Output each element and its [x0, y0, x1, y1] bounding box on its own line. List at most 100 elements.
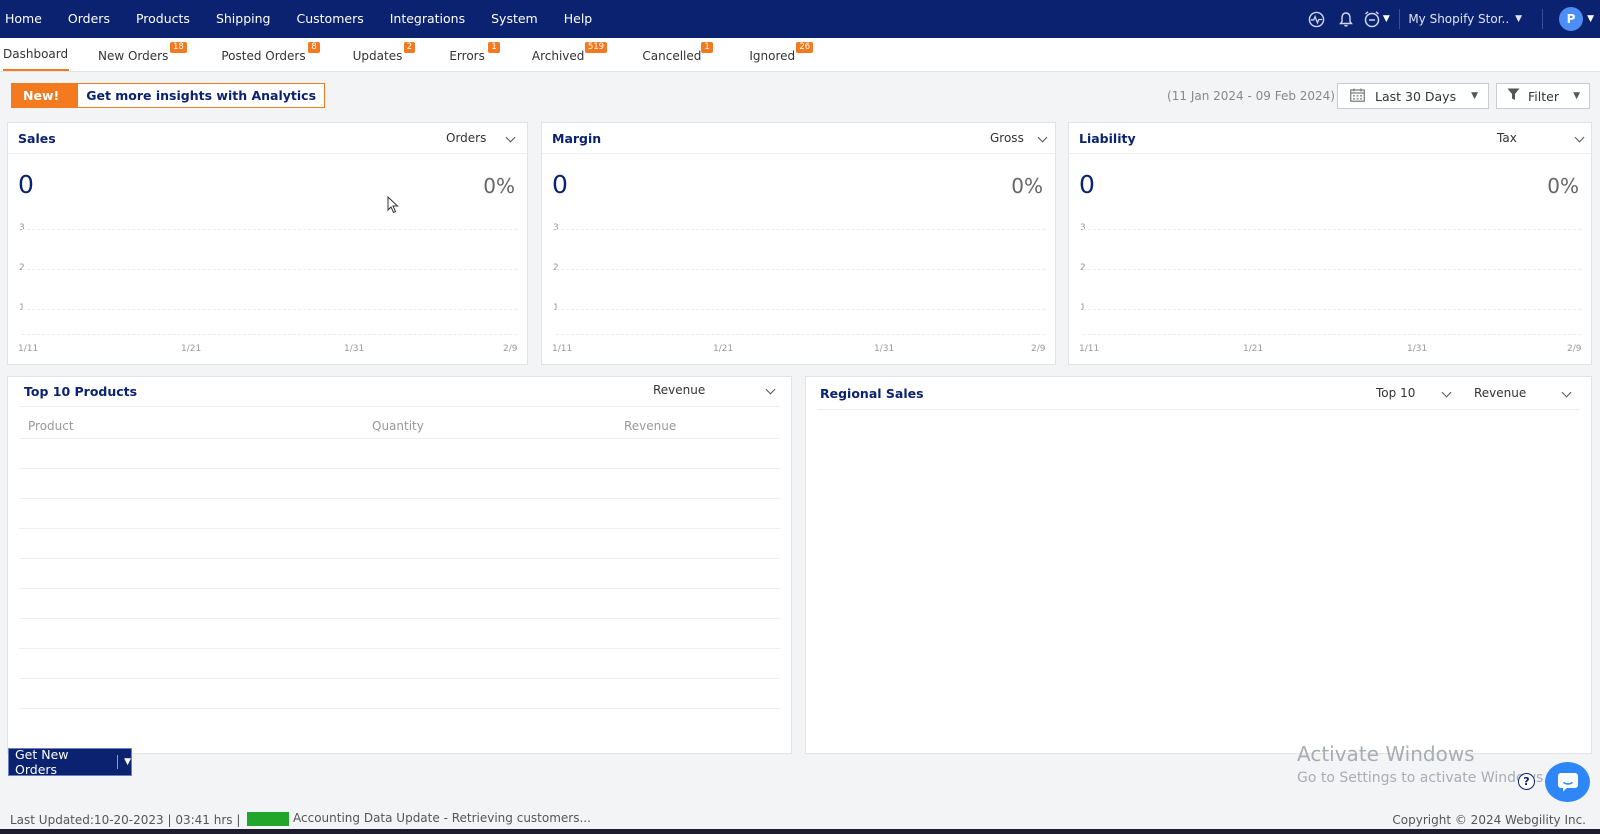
card-header: Top 10 Products Revenue: [19, 377, 780, 407]
chevron-down-icon[interactable]: ▼: [1587, 14, 1594, 24]
menu-home[interactable]: Home: [0, 0, 55, 38]
chevron-down-icon: [1561, 387, 1572, 398]
y-tick-label: 2: [1080, 263, 1086, 273]
top-products-metric-select[interactable]: Revenue: [653, 383, 778, 397]
count-badge: 519: [584, 42, 608, 53]
filter-button[interactable]: Filter ▼: [1496, 83, 1590, 109]
liability-metric-select[interactable]: Tax: [1497, 131, 1585, 145]
menu-customers[interactable]: Customers: [283, 0, 376, 38]
liability-value: 0: [1079, 170, 1095, 199]
progress-bar: [247, 812, 289, 826]
windows-activation-watermark: Activate Windows Go to Settings to activ…: [1297, 742, 1548, 786]
menu-integrations[interactable]: Integrations: [377, 0, 478, 38]
select-value: Top 10: [1376, 386, 1416, 400]
x-tick-label: 2/9: [1031, 344, 1046, 354]
liability-percent: 0%: [1547, 174, 1579, 198]
help-icon[interactable]: ?: [1518, 773, 1535, 790]
chevron-down-icon: ▼: [1382, 14, 1390, 24]
margin-card: Margin Gross 0 0% 3 2 1 1/11 1/21 1/31 2/9: [541, 122, 1056, 365]
menu-system[interactable]: System: [478, 0, 551, 38]
select-value: Tax: [1497, 131, 1517, 145]
count-badge: 26: [796, 42, 814, 53]
margin-metric-select[interactable]: Gross: [990, 131, 1048, 145]
table-row: [19, 528, 780, 529]
gridline: [22, 269, 517, 270]
select-value: Gross: [990, 131, 1024, 145]
regional-count-select[interactable]: Top 10: [1376, 386, 1452, 400]
store-selector[interactable]: My Shopify Stor.. ▼: [1408, 12, 1534, 26]
table-row: [19, 708, 780, 709]
tab-label: Archived: [531, 49, 585, 63]
regional-metric-select[interactable]: Revenue: [1474, 386, 1572, 400]
chevron-down-icon: [765, 384, 776, 395]
chevron-down-icon: ▼: [1515, 14, 1523, 24]
tab-posted-orders[interactable]: Posted Orders 8: [221, 37, 320, 71]
sales-metric-select[interactable]: Orders: [446, 131, 516, 145]
window-bottom-edge: [0, 829, 1600, 834]
tab-cancelled[interactable]: Cancelled 1: [642, 37, 713, 71]
gridline: [22, 309, 517, 310]
tab-ignored[interactable]: Ignored 26: [749, 37, 814, 71]
menu-products[interactable]: Products: [123, 0, 203, 38]
card-title: Liability: [1079, 130, 1136, 146]
tab-updates[interactable]: Updates 2: [352, 37, 416, 71]
tab-dashboard[interactable]: Dashboard: [3, 37, 69, 71]
table-row: [19, 558, 780, 559]
menu-orders[interactable]: Orders: [55, 0, 123, 38]
count-badge: 1: [701, 42, 713, 53]
x-tick-label: 1/11: [1079, 344, 1100, 354]
top-nav: Home Orders Products Shipping Customers …: [0, 0, 1600, 38]
alarm-clock-icon[interactable]: ▼: [1361, 0, 1391, 38]
period-select[interactable]: Last 30 Days ▼: [1337, 83, 1489, 109]
column-header-quantity[interactable]: Quantity: [372, 419, 424, 433]
chat-button[interactable]: [1545, 762, 1590, 802]
promo-message[interactable]: Get more insights with Analytics: [78, 84, 324, 107]
gridline: [22, 229, 517, 230]
card-header: Regional Sales Top 10 Revenue: [817, 377, 1580, 410]
y-tick-label: 2: [19, 263, 25, 273]
menu-help[interactable]: Help: [551, 0, 606, 38]
tab-label: Dashboard: [3, 47, 69, 61]
sales-card: Sales Orders 0 0% 3 2 1 1/11 1/21 1/31 2/9: [7, 122, 528, 365]
column-header-product[interactable]: Product: [28, 419, 74, 433]
y-tick-label: 1: [1080, 303, 1086, 313]
count-badge: 1: [488, 42, 500, 53]
liability-card: Liability Tax 0 0% 3 2 1 1/11 1/21 1/31 2/9: [1068, 122, 1592, 365]
top-products-card: Top 10 Products Revenue Product Quantity…: [7, 376, 792, 754]
sales-value: 0: [18, 170, 34, 199]
x-tick-label: 2/9: [1567, 344, 1582, 354]
nav-divider: [1542, 9, 1544, 29]
card-header: Liability Tax: [1069, 123, 1591, 154]
period-select-value: Last 30 Days: [1375, 88, 1457, 104]
bell-icon[interactable]: [1331, 0, 1361, 38]
avatar[interactable]: P: [1559, 7, 1584, 31]
y-tick-label: 1: [553, 303, 559, 313]
x-tick-label: 1/31: [1407, 344, 1428, 354]
analytics-promo-banner[interactable]: New! Get more insights with Analytics: [11, 83, 326, 108]
column-header-revenue[interactable]: Revenue: [624, 419, 676, 433]
card-title: Top 10 Products: [24, 384, 138, 399]
y-tick-label: 2: [553, 263, 559, 273]
table-row: [19, 618, 780, 619]
x-tick-label: 1/31: [344, 344, 365, 354]
chevron-down-icon: [1574, 132, 1585, 143]
table-row: [19, 498, 780, 499]
card-header: Sales Orders: [8, 123, 527, 154]
chat-icon: [1557, 773, 1578, 792]
menu-shipping[interactable]: Shipping: [203, 0, 284, 38]
get-new-orders-button[interactable]: Get New Orders ▼: [8, 747, 132, 777]
x-tick-label: 1/21: [713, 344, 734, 354]
tab-label: Updates: [352, 49, 403, 63]
funnel-icon: [1507, 88, 1520, 104]
tab-new-orders[interactable]: New Orders 18: [98, 37, 187, 71]
tab-archived[interactable]: Archived 519: [531, 37, 608, 71]
tab-errors[interactable]: Errors 1: [449, 37, 500, 71]
count-badge: 2: [403, 42, 416, 53]
activity-icon[interactable]: [1301, 0, 1331, 38]
chevron-down-icon[interactable]: ▼: [124, 757, 131, 767]
copyright: Copyright © 2024 Webgility Inc.: [1392, 813, 1586, 827]
margin-percent: 0%: [1011, 174, 1043, 198]
count-badge: 18: [170, 42, 187, 53]
calendar-icon: [1350, 88, 1365, 105]
split-divider: [117, 755, 119, 769]
